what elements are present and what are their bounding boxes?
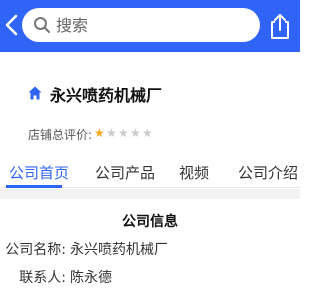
tab-home[interactable]: 公司首页 xyxy=(9,162,69,183)
rating-label: 店铺总评价: xyxy=(28,128,93,142)
info-value: 陈永德 xyxy=(70,270,112,286)
home-icon xyxy=(28,86,42,100)
tab-video[interactable]: 视频 xyxy=(179,162,209,183)
top-search-bar xyxy=(0,0,300,52)
star-icon: ★ xyxy=(106,126,117,140)
star-icon: ★ xyxy=(118,126,129,140)
chevron-left-icon[interactable] xyxy=(4,14,20,36)
shop-name: 永兴喷药机械厂 xyxy=(50,86,163,105)
tab-products[interactable]: 公司产品 xyxy=(95,162,155,183)
info-value: 永兴喷药机械厂 xyxy=(70,242,168,258)
star-icon: ★ xyxy=(142,126,153,140)
star-icon: ★ xyxy=(94,126,105,140)
search-icon xyxy=(34,17,50,33)
tab-bar: 公司首页 公司产品 视频 公司介绍 xyxy=(0,158,300,188)
rating-stars: ★ ★ ★ ★ ★ xyxy=(94,127,153,141)
active-tab-indicator xyxy=(6,185,62,188)
company-info-section: 公司信息 公司名称: 永兴喷药机械厂 联系人: 陈永德 xyxy=(0,199,300,300)
info-row-company-name: 公司名称: 永兴喷药机械厂 xyxy=(0,239,300,261)
shop-header: 永兴喷药机械厂 店铺总评价: ★ ★ ★ ★ ★ xyxy=(0,52,300,152)
info-key: 公司名称: xyxy=(5,242,66,258)
company-info-title: 公司信息 xyxy=(122,214,178,230)
share-icon[interactable] xyxy=(268,12,292,40)
search-input[interactable] xyxy=(56,12,251,38)
section-divider xyxy=(0,189,300,199)
search-box[interactable] xyxy=(22,8,260,42)
info-key: 联系人: xyxy=(19,270,66,286)
star-icon: ★ xyxy=(130,126,141,140)
info-row-contact: 联系人: 陈永德 xyxy=(0,267,300,289)
tab-about[interactable]: 公司介绍 xyxy=(238,162,298,183)
